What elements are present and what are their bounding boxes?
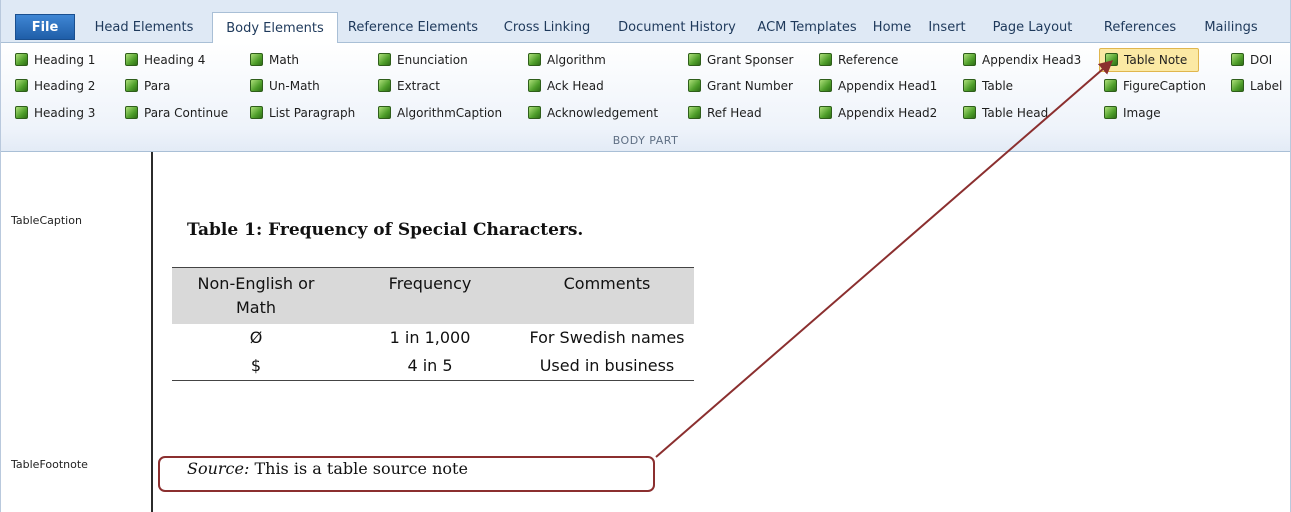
style-icon — [1231, 79, 1244, 92]
ribbon-tab-bar: File Head Elements Body Elements Referen… — [1, 0, 1290, 43]
annotation-highlight-box — [158, 456, 655, 492]
tab-cross-linking[interactable]: Cross Linking — [491, 15, 603, 42]
style-icon — [250, 79, 263, 92]
style-icon — [688, 79, 701, 92]
style-icon — [378, 79, 391, 92]
style-icon — [819, 106, 832, 119]
ribbon-group-label: BODY PART — [612, 134, 679, 147]
style-icon — [250, 53, 263, 66]
style-icon — [528, 106, 541, 119]
tab-references[interactable]: References — [1095, 15, 1185, 42]
style-icon — [1105, 53, 1118, 66]
style-icon — [15, 79, 28, 92]
style-icon — [1104, 106, 1117, 119]
style-icon — [378, 106, 391, 119]
table-cell: Used in business — [520, 352, 694, 381]
style-icon — [963, 106, 976, 119]
style-icon — [1104, 79, 1117, 92]
table-cell: Ø — [249, 328, 263, 347]
tab-head-elements[interactable]: Head Elements — [85, 15, 203, 42]
table-row: $ 4 in 5 Used in business — [172, 352, 694, 381]
tab-document-history[interactable]: Document History — [611, 15, 743, 42]
table-cell: For Swedish names — [529, 328, 685, 347]
table-cell: $ — [172, 352, 340, 381]
table-cell: 1 in 1,000 — [389, 328, 471, 347]
style-icon — [819, 53, 832, 66]
style-icon — [963, 79, 976, 92]
tab-page-layout[interactable]: Page Layout — [980, 15, 1085, 42]
table-row: Ø 1 in 1,000 For Swedish names — [172, 324, 694, 352]
style-icon — [125, 53, 138, 66]
style-icon — [125, 79, 138, 92]
table-header-cell: Comments — [520, 267, 694, 324]
style-button-table-note[interactable]: Table Note — [1099, 48, 1199, 72]
style-icon — [528, 79, 541, 92]
table-header-cell: Non-English or Math — [172, 267, 340, 324]
ribbon-body-part-group: Heading 1 Heading 2 Heading 3 Heading 4 … — [1, 43, 1290, 152]
style-icon — [15, 106, 28, 119]
style-icon — [15, 53, 28, 66]
style-icon — [688, 106, 701, 119]
style-icon — [819, 79, 832, 92]
style-icon — [250, 106, 263, 119]
style-icon — [1231, 53, 1244, 66]
style-icon — [125, 106, 138, 119]
style-name-table-caption: TableCaption — [11, 214, 82, 227]
tab-acm-templates[interactable]: ACM Templates — [751, 15, 863, 42]
frequency-table: Non-English or Math Frequency Comments Ø… — [172, 267, 694, 381]
tab-home[interactable]: Home — [867, 15, 917, 42]
tab-body-elements[interactable]: Body Elements — [212, 12, 338, 43]
table-header-row: Non-English or Math Frequency Comments — [172, 267, 694, 324]
style-icon — [688, 53, 701, 66]
table-header-cell: Frequency — [340, 267, 520, 324]
word-window: File Head Elements Body Elements Referen… — [0, 0, 1291, 512]
style-area-pane: TableCaption TableFootnote — [1, 152, 153, 512]
table-cell: 4 in 5 — [340, 352, 520, 381]
tab-reference-elements[interactable]: Reference Elements — [342, 15, 484, 42]
document-area: TableCaption TableFootnote Table 1: Freq… — [1, 152, 1290, 512]
tab-insert[interactable]: Insert — [922, 15, 972, 42]
style-name-table-footnote: TableFootnote — [11, 458, 88, 471]
tab-file[interactable]: File — [15, 14, 75, 40]
table-caption: Table 1: Frequency of Special Characters… — [187, 220, 584, 240]
tab-mailings[interactable]: Mailings — [1191, 15, 1271, 42]
style-icon — [378, 53, 391, 66]
style-icon — [963, 53, 976, 66]
style-icon — [528, 53, 541, 66]
